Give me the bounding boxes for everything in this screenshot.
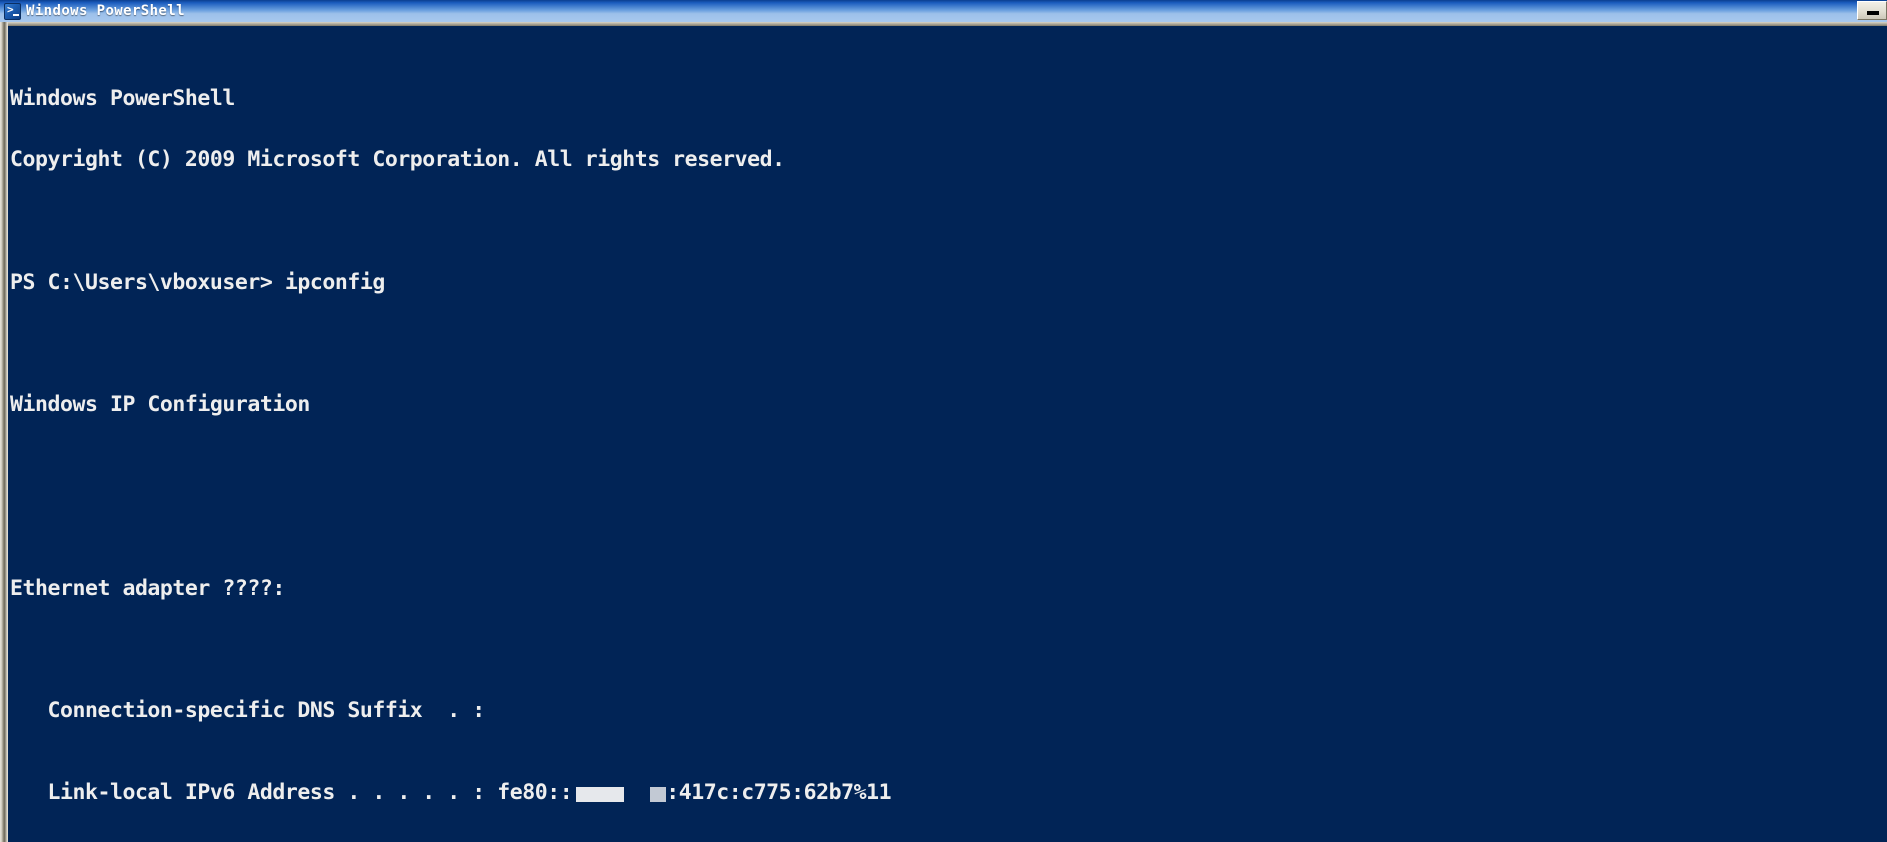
ipv6-suffix: :417c:c775:62b7%11 [666, 779, 892, 805]
minimize-icon [1867, 11, 1879, 15]
redaction-block [650, 786, 667, 802]
powershell-window: Windows PowerShell Windows PowerShell Co… [0, 0, 1887, 842]
console-line-adapter-header: Ethernet adapter ????: [10, 575, 285, 601]
console-line: Windows IP Configuration [10, 392, 310, 418]
console-text: Windows PowerShell Copyright (C) 2009 Mi… [8, 26, 1887, 842]
title-bar[interactable]: Windows PowerShell [0, 0, 1887, 22]
console-line-ipv6-address: Link-local IPv6 Address . . . . . : fe80… [10, 779, 1887, 805]
powershell-icon [4, 2, 21, 20]
console-output-area[interactable]: Windows PowerShell Copyright (C) 2009 Mi… [8, 26, 1887, 842]
window-frame: Windows PowerShell Copyright (C) 2009 Mi… [0, 22, 1887, 842]
console-line: Windows PowerShell [10, 86, 235, 112]
frame-left-edge [0, 22, 8, 842]
redaction-block [576, 786, 625, 802]
window-title: Windows PowerShell [26, 3, 185, 19]
ipv6-label-and-prefix: Link-local IPv6 Address . . . . . : fe80… [10, 779, 573, 805]
console-line-dns-suffix: Connection-specific DNS Suffix . : [10, 698, 485, 724]
console-line-prompt-command: PS C:\Users\vboxuser> ipconfig [10, 269, 385, 295]
window-controls [1857, 0, 1887, 22]
minimize-button[interactable] [1857, 1, 1887, 20]
title-bar-left: Windows PowerShell [0, 2, 1857, 20]
console-line: Copyright (C) 2009 Microsoft Corporation… [10, 147, 785, 173]
